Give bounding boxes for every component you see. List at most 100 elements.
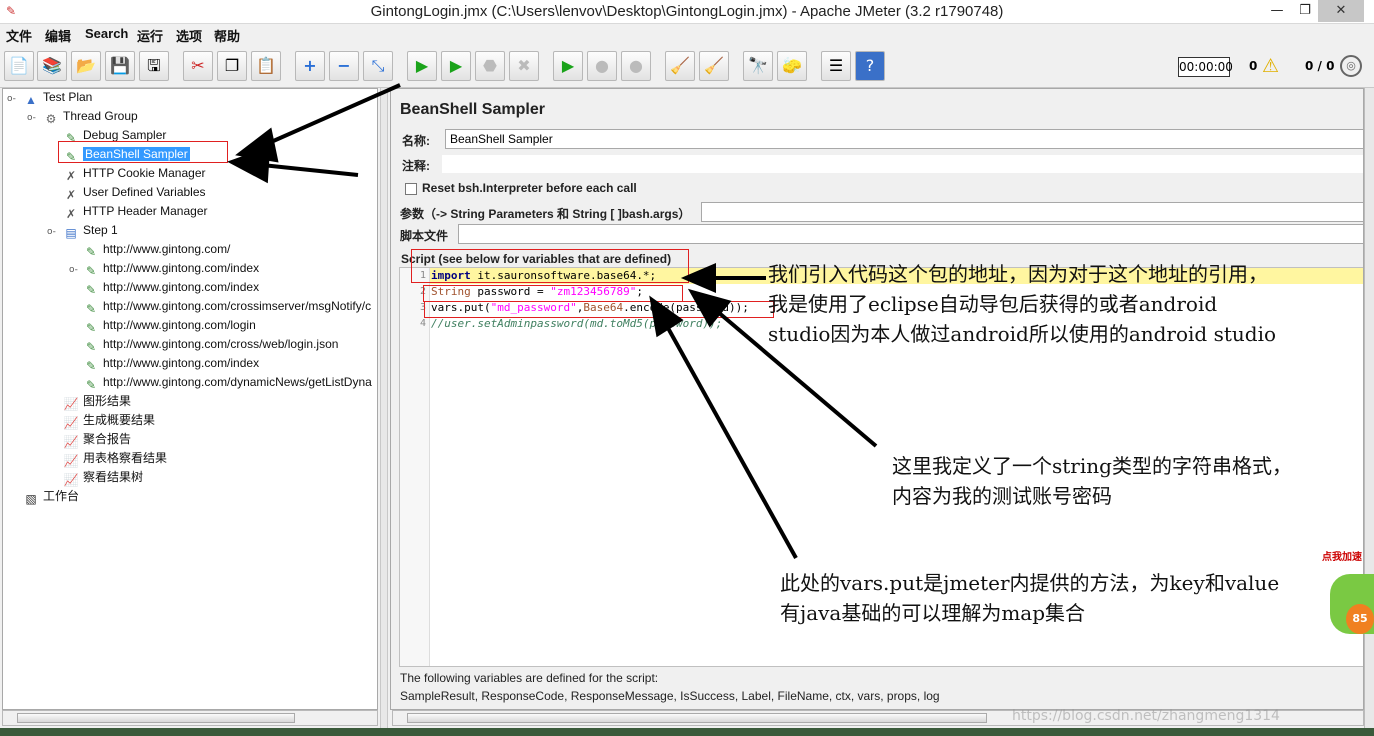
toggle-icon[interactable]: ⤡ bbox=[363, 51, 393, 81]
tree-node-http-request[interactable]: ✎ http://www.gintong.com/ bbox=[83, 240, 230, 259]
pipette-icon: ✎ bbox=[85, 283, 97, 297]
script-file-label: 脚本文件 bbox=[400, 229, 449, 243]
stop-icon[interactable]: ⬣ bbox=[475, 51, 505, 81]
maximize-button[interactable]: ❐ bbox=[1290, 0, 1320, 22]
menu-help[interactable]: 帮助 bbox=[214, 26, 240, 45]
reset-search-icon[interactable]: 🧽 bbox=[777, 51, 807, 81]
clear-icon[interactable]: 🧹 bbox=[665, 51, 695, 81]
menu-edit[interactable]: 编辑 bbox=[45, 26, 71, 45]
copy-icon[interactable]: ❐ bbox=[217, 51, 247, 81]
pipette-icon: ✎ bbox=[85, 245, 97, 259]
watermark: https://blog.csdn.net/zhangmeng1314 bbox=[1012, 708, 1280, 724]
tree-node-thread-group[interactable]: ⚙ Thread Group bbox=[43, 107, 138, 126]
float-widget-label[interactable]: 点我加速 bbox=[1322, 548, 1362, 563]
start-icon[interactable]: ▶ bbox=[407, 51, 437, 81]
remote-shutdown-icon[interactable]: ● bbox=[621, 51, 651, 81]
search-icon[interactable]: 🔭 bbox=[743, 51, 773, 81]
split-pane-divider[interactable] bbox=[380, 88, 388, 728]
save-as-icon[interactable]: 🖫 bbox=[139, 51, 169, 81]
window-title: GintongLogin.jmx (C:\Users\lenvov\Deskto… bbox=[370, 3, 1004, 20]
menu-file[interactable]: 文件 bbox=[6, 26, 32, 45]
tree-node-http-request[interactable]: ✎ http://www.gintong.com/dynamicNews/getL… bbox=[83, 373, 372, 392]
tree-node-http-cookie-manager[interactable]: ✗ HTTP Cookie Manager bbox=[63, 164, 206, 183]
templates-icon[interactable]: 📚 bbox=[37, 51, 67, 81]
menu-options[interactable]: 选项 bbox=[176, 26, 202, 45]
menu-search[interactable]: Search bbox=[85, 26, 128, 41]
scrollbar-thumb[interactable] bbox=[17, 713, 295, 723]
page-title: BeanShell Sampler bbox=[400, 101, 545, 118]
collapse-icon[interactable]: − bbox=[329, 51, 359, 81]
open-icon[interactable]: 📂 bbox=[71, 51, 101, 81]
reset-interpreter-checkbox[interactable] bbox=[405, 183, 417, 195]
help-icon[interactable]: ? bbox=[855, 51, 885, 81]
line-number-gutter: 1 2 3 4 bbox=[400, 268, 430, 666]
comment-field[interactable] bbox=[441, 154, 1363, 174]
active-threads-ratio: 0 / 0 bbox=[1305, 59, 1335, 73]
tree-toggle-icon[interactable]: o- bbox=[47, 227, 56, 237]
workbench-icon: ▧ bbox=[25, 492, 37, 506]
test-plan-icon: ▲ bbox=[25, 93, 37, 107]
toolbar: 📄 📚 📂 💾 🖫 ✂ ❐ 📋 + − ⤡ ▶ ▶ ⬣ ✖ ▶ ● ● 🧹 🧹 … bbox=[0, 44, 1374, 88]
title-bar: ✎ GintongLogin.jmx (C:\Users\lenvov\Desk… bbox=[0, 0, 1374, 24]
warning-icon[interactable]: ⚠ bbox=[1262, 55, 1279, 77]
tree-toggle-icon[interactable]: o- bbox=[7, 94, 16, 104]
expand-icon[interactable]: + bbox=[295, 51, 325, 81]
annotation-text: 内容为我的测试账号密码 bbox=[892, 484, 1112, 508]
variables-list: SampleResult, ResponseCode, ResponseMess… bbox=[400, 689, 940, 703]
tree-node-http-request[interactable]: ✎ http://www.gintong.com/crossimserver/ms… bbox=[83, 297, 371, 316]
tree-node-workbench[interactable]: ▧ 工作台 bbox=[23, 487, 79, 506]
tree-node-view-results-tree[interactable]: 📈 察看结果树 bbox=[63, 468, 144, 487]
tree-node-user-defined-variables[interactable]: ✗ User Defined Variables bbox=[63, 183, 206, 202]
script-file-field[interactable] bbox=[458, 224, 1363, 244]
new-icon[interactable]: 📄 bbox=[4, 51, 34, 81]
tree-node-graph-results[interactable]: 📈 图形结果 bbox=[63, 392, 132, 411]
tree-node-http-header-manager[interactable]: ✗ HTTP Header Manager bbox=[63, 202, 208, 221]
menu-run[interactable]: 运行 bbox=[137, 26, 163, 45]
tree-node-step-1[interactable]: ▤ Step 1 bbox=[63, 221, 117, 240]
remote-start-icon[interactable]: ▶ bbox=[553, 51, 583, 81]
tree-node-aggregate-report[interactable]: 📈 聚合报告 bbox=[63, 430, 132, 449]
tree-node-http-request[interactable]: ✎ http://www.gintong.com/index bbox=[83, 278, 259, 297]
tree-node-summary[interactable]: 📈 生成概要结果 bbox=[63, 411, 156, 430]
taskbar bbox=[0, 728, 1374, 736]
variables-caption: The following variables are defined for … bbox=[400, 671, 659, 685]
minimize-button[interactable]: — bbox=[1262, 0, 1292, 22]
wrench-icon: ✗ bbox=[65, 207, 77, 221]
tree-node-http-request[interactable]: ✎ http://www.gintong.com/index bbox=[83, 354, 259, 373]
parameters-field[interactable] bbox=[701, 202, 1363, 222]
tree-node-test-plan[interactable]: ▲ Test Plan bbox=[23, 89, 92, 107]
shutdown-icon[interactable]: ✖ bbox=[509, 51, 539, 81]
float-widget-value[interactable]: 85 bbox=[1346, 604, 1374, 634]
annotation-text: 我们引入代码这个包的地址，因为对于这个地址的引用， bbox=[768, 262, 1268, 286]
line-number: 3 bbox=[419, 302, 426, 313]
name-field[interactable]: BeanShell Sampler bbox=[445, 129, 1363, 149]
tree-node-http-request[interactable]: ✎ http://www.gintong.com/login bbox=[83, 316, 256, 335]
controller-icon: ▤ bbox=[65, 226, 77, 240]
tree-node-http-request[interactable]: ✎ http://www.gintong.com/index bbox=[83, 259, 259, 278]
function-helper-icon[interactable]: ☰ bbox=[821, 51, 851, 81]
highlight-box bbox=[411, 249, 689, 283]
annotation-text: studio因为本人做过android所以使用的android studio bbox=[768, 322, 1277, 346]
tree-horizontal-scrollbar[interactable] bbox=[2, 710, 378, 726]
graph-icon: 📈 bbox=[63, 454, 79, 468]
tree-toggle-icon[interactable]: o- bbox=[69, 265, 78, 275]
scrollbar-thumb[interactable] bbox=[407, 713, 987, 723]
cut-icon[interactable]: ✂ bbox=[183, 51, 213, 81]
tree-toggle-icon[interactable]: o- bbox=[27, 113, 36, 123]
clear-all-icon[interactable]: 🧹 bbox=[699, 51, 729, 81]
highlight-box bbox=[58, 141, 228, 163]
pipette-icon: ✎ bbox=[85, 321, 97, 335]
annotation-text: 我是使用了eclipse自动导包后获得的或者android bbox=[768, 292, 1218, 316]
tree-node-http-request[interactable]: ✎ http://www.gintong.com/cross/web/login.… bbox=[83, 335, 338, 354]
start-no-pause-icon[interactable]: ▶ bbox=[441, 51, 471, 81]
graph-icon: 📈 bbox=[63, 416, 79, 430]
highlight-box bbox=[424, 301, 774, 318]
annotation-text: 此处的vars.put是jmeter内提供的方法，为key和value bbox=[780, 571, 1280, 595]
comment-label: 注释: bbox=[402, 159, 430, 173]
paste-icon[interactable]: 📋 bbox=[251, 51, 281, 81]
save-icon[interactable]: 💾 bbox=[105, 51, 135, 81]
remote-stop-icon[interactable]: ● bbox=[587, 51, 617, 81]
annotation-text: 有java基础的可以理解为map集合 bbox=[780, 601, 1086, 625]
close-button[interactable]: ✕ bbox=[1318, 0, 1364, 22]
tree-node-view-results-table[interactable]: 📈 用表格察看结果 bbox=[63, 449, 168, 468]
